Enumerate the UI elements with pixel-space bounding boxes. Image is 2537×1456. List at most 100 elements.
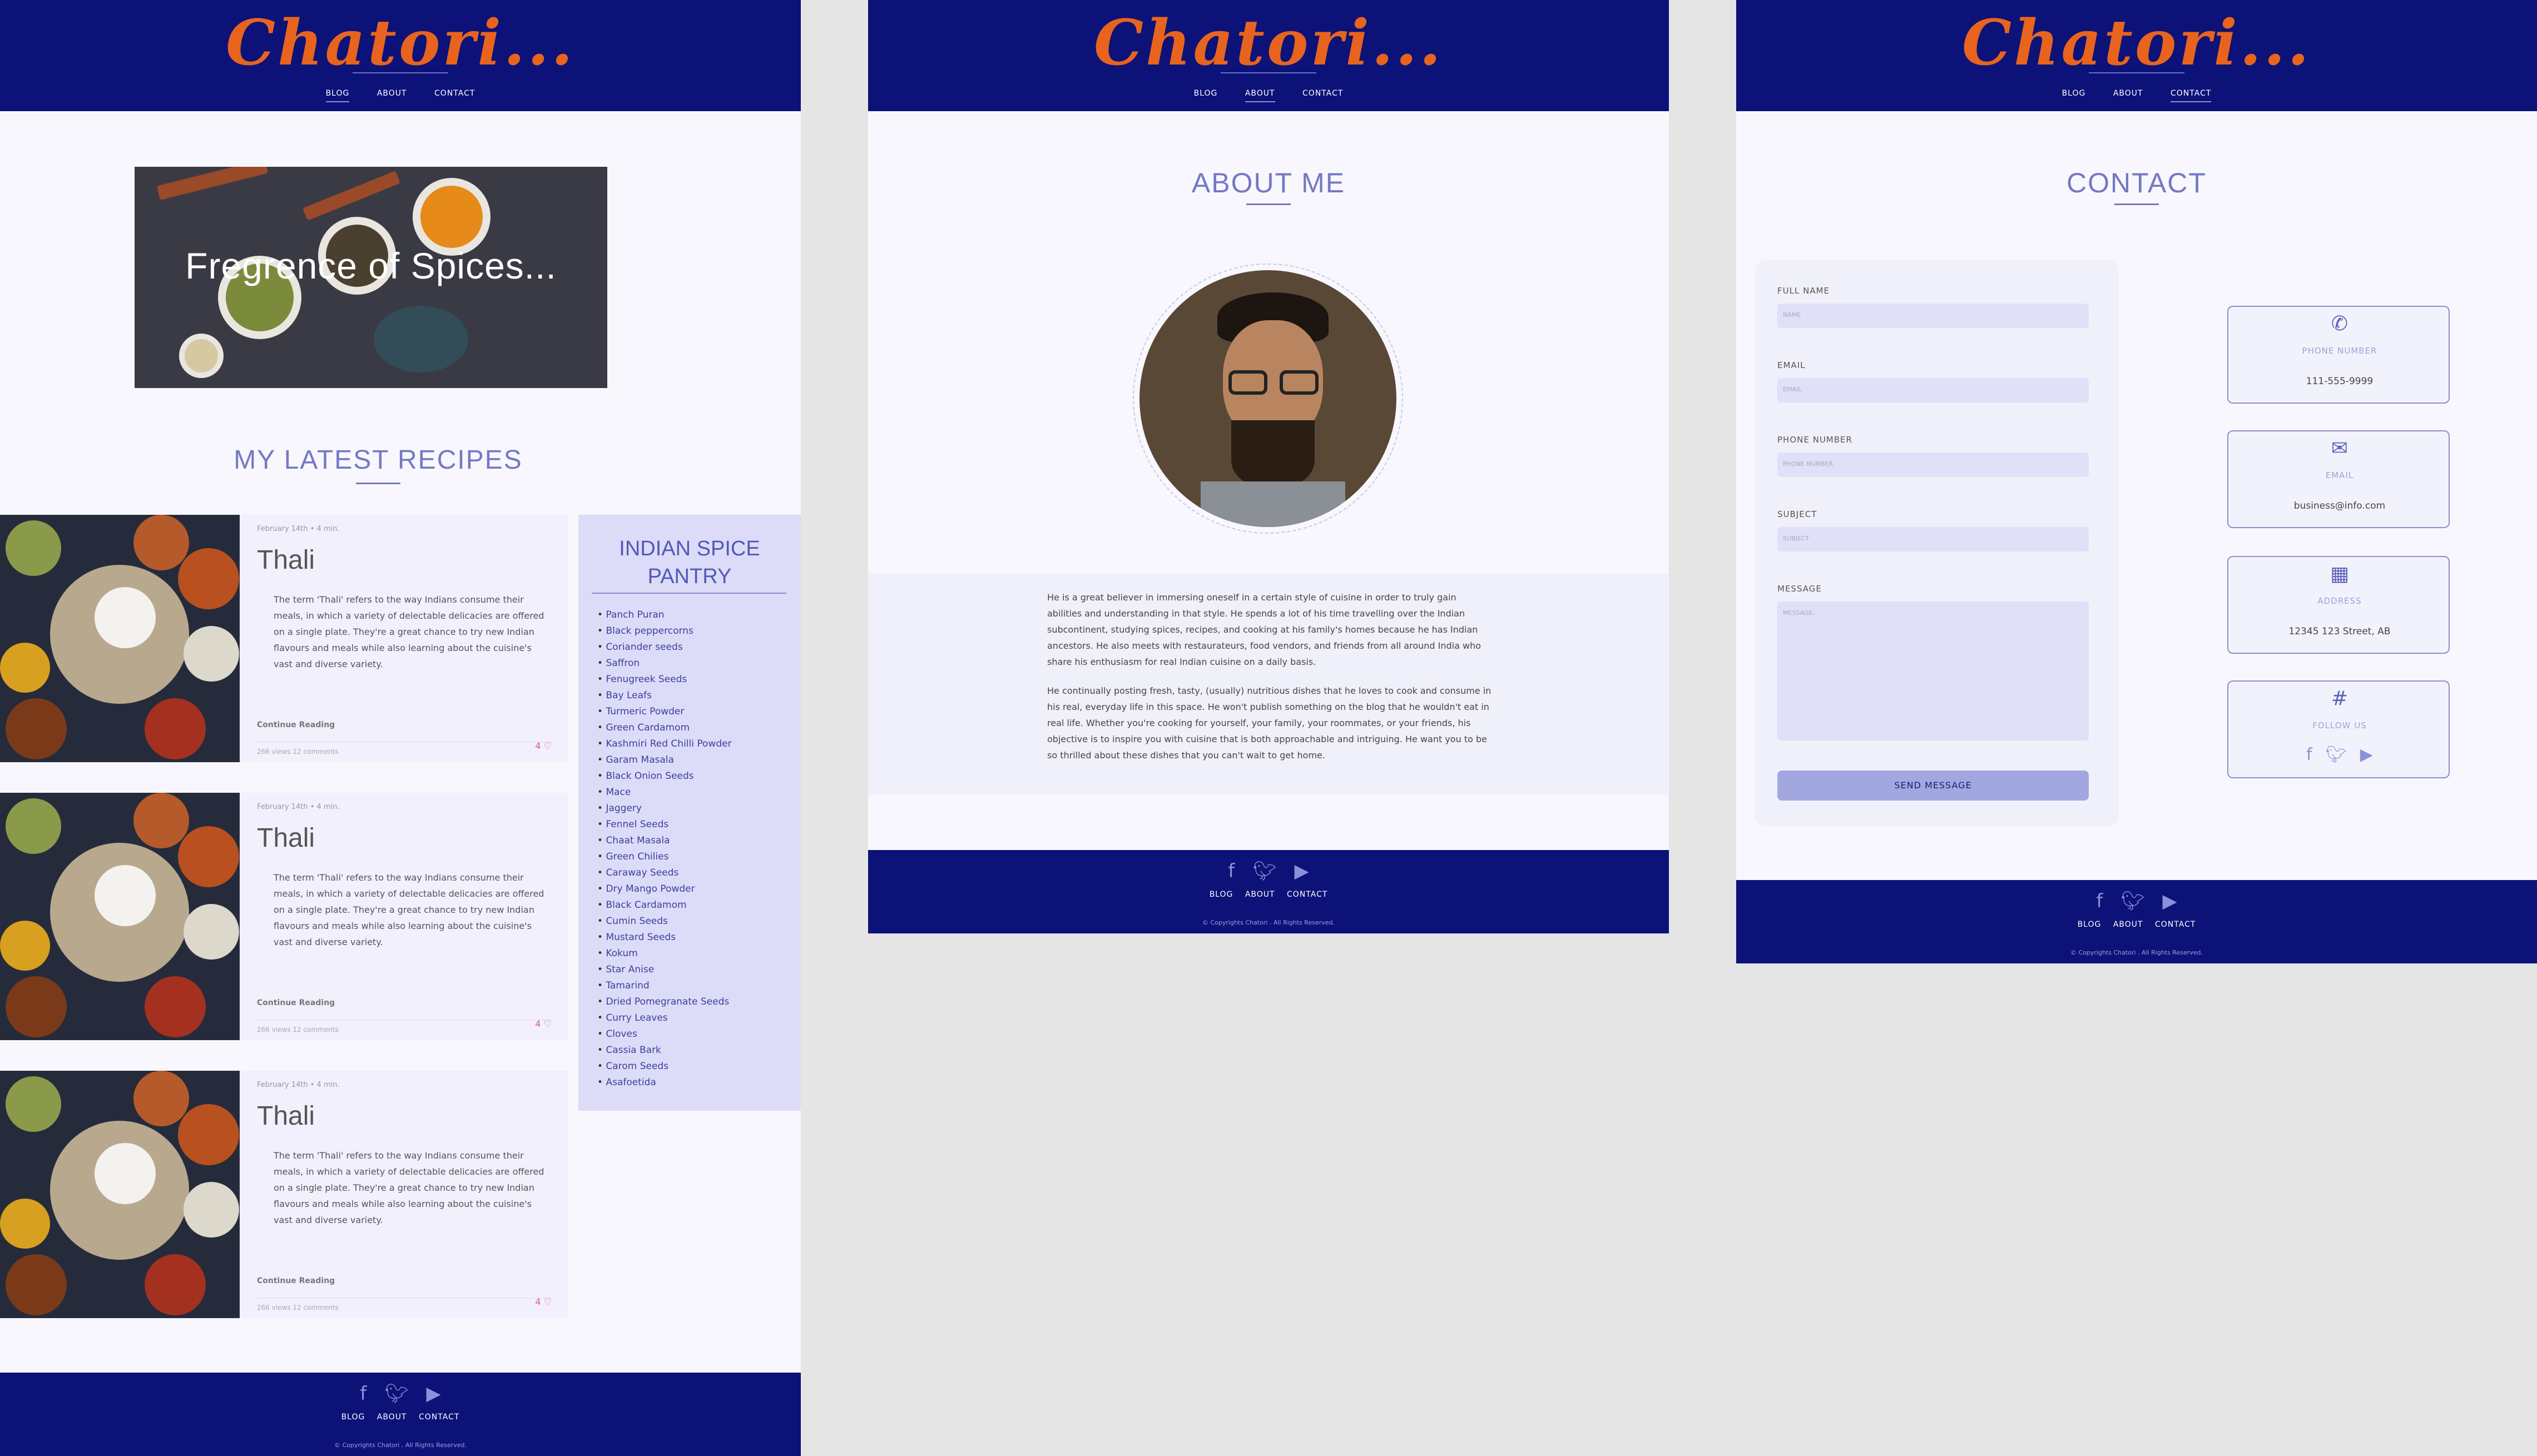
footer-link-blog[interactable]: BLOG <box>2078 920 2102 929</box>
site-footer: f 🐦︎ ▶ BLOG ABOUT CONTACT © Copyrights Cha… <box>868 850 1669 933</box>
contact-page: Chatori... BLOG ABOUT CONTACT CONTACT FU… <box>1736 0 2537 963</box>
pantry-item: Jaggery <box>597 801 732 817</box>
pantry-item: Bay Leafs <box>597 688 732 704</box>
continue-reading-link[interactable]: Continue Reading <box>257 998 335 1007</box>
twitter-icon[interactable]: 🐦︎ <box>384 1383 408 1405</box>
pantry-item: Green Cardamom <box>597 720 732 736</box>
nav-about[interactable]: ABOUT <box>1245 89 1275 102</box>
like-button[interactable]: 4 ♡ <box>535 1296 552 1307</box>
thali-image[interactable] <box>0 793 240 1040</box>
phone-info-value[interactable]: 111-555-9999 <box>2228 376 2451 387</box>
facebook-icon[interactable]: f <box>1228 860 1235 882</box>
email-input[interactable]: EMAIL <box>1777 378 2089 402</box>
subject-input[interactable]: SUBJECT <box>1777 527 2089 551</box>
continue-reading-link[interactable]: Continue Reading <box>257 720 335 729</box>
footer-link-contact[interactable]: CONTACT <box>1287 890 1327 899</box>
email-info-value[interactable]: business@info.com <box>2228 500 2451 511</box>
footer-link-blog[interactable]: BLOG <box>341 1413 365 1422</box>
hero-banner: Fregrence of Spices... <box>135 167 607 388</box>
phone-label: PHONE NUMBER <box>1777 435 1852 445</box>
twitter-icon[interactable]: 🐦︎ <box>1252 860 1276 882</box>
blog-page: Chatori... BLOG ABOUT CONTACT Fregrence … <box>0 0 801 1456</box>
youtube-icon[interactable]: ▶ <box>427 1383 441 1405</box>
nav-blog[interactable]: BLOG <box>2062 89 2086 101</box>
facebook-icon[interactable]: f <box>2096 890 2103 912</box>
nav-about[interactable]: ABOUT <box>377 89 407 101</box>
nav-blog[interactable]: BLOG <box>325 89 350 102</box>
pantry-item: Star Anise <box>597 962 732 978</box>
pantry-list: Panch PuranBlack peppercornsCoriander se… <box>597 607 732 1091</box>
nav-contact[interactable]: CONTACT <box>2171 89 2212 102</box>
site-logo[interactable]: Chatori... <box>0 4 801 82</box>
footer-link-about[interactable]: ABOUT <box>377 1413 407 1422</box>
youtube-icon[interactable]: ▶ <box>2360 745 2373 764</box>
nav-contact[interactable]: CONTACT <box>434 89 475 101</box>
post-excerpt: The term 'Thali' refers to the way India… <box>274 594 544 669</box>
pantry-item: Black Onion Seeds <box>597 768 732 784</box>
twitter-icon[interactable]: 🐦︎ <box>2120 890 2144 912</box>
spice-pantry-sidebar: INDIAN SPICE PANTRY Panch PuranBlack pep… <box>578 515 801 1111</box>
thali-image[interactable] <box>0 515 240 762</box>
email-label: EMAIL <box>1777 360 1806 370</box>
pantry-item: Fenugreek Seeds <box>597 672 732 688</box>
like-button[interactable]: 4 ♡ <box>535 1018 552 1029</box>
site-footer: f 🐦︎ ▶ BLOG ABOUT CONTACT © Copyrights Cha… <box>1736 880 2537 963</box>
logo-underline <box>2089 72 2184 73</box>
message-textarea[interactable]: MESSAGE... <box>1777 602 2089 741</box>
site-logo[interactable]: Chatori... <box>1736 4 2537 82</box>
footer-link-contact[interactable]: CONTACT <box>2155 920 2196 929</box>
post-title[interactable]: Thali <box>257 1101 315 1131</box>
footer-nav: BLOG ABOUT CONTACT <box>868 890 1669 899</box>
nav-contact[interactable]: CONTACT <box>1302 89 1343 101</box>
follow-us-label: FOLLOW US <box>2312 720 2367 731</box>
phone-input[interactable]: PHONE NUMBER <box>1777 453 2089 477</box>
pantry-item: Dry Mango Powder <box>597 881 732 897</box>
facebook-icon[interactable]: f <box>360 1383 366 1405</box>
recipe-card[interactable]: February 14th • 4 min. Thali The term 'T… <box>0 793 568 1040</box>
subject-label: SUBJECT <box>1777 509 1817 519</box>
recipe-card[interactable]: February 14th • 4 min. Thali The term 'T… <box>0 515 568 762</box>
footer-nav: BLOG ABOUT CONTACT <box>0 1413 801 1422</box>
social-links: f 🐦︎ ▶ <box>1736 890 2537 912</box>
address-info-value: 12345 123 Street, AB <box>2288 626 2391 637</box>
site-logo[interactable]: Chatori... <box>868 4 1669 82</box>
footer-link-about[interactable]: ABOUT <box>2113 920 2143 929</box>
phone-info-label: PHONE NUMBER <box>2302 346 2377 356</box>
post-title[interactable]: Thali <box>257 545 315 575</box>
nav-blog[interactable]: BLOG <box>1194 89 1218 101</box>
heart-icon: ♡ <box>543 1296 552 1307</box>
post-excerpt: The term 'Thali' refers to the way India… <box>274 872 544 947</box>
title-underline <box>2114 203 2159 205</box>
bio-paragraph-1: He is a great believer in immersing ones… <box>1047 592 1481 667</box>
pantry-item: Fennel Seeds <box>597 817 732 833</box>
email-info-card: ✉ EMAIL business@info.com <box>2227 430 2450 528</box>
send-message-button[interactable]: SEND MESSAGE <box>1777 771 2089 801</box>
pantry-item: Mace <box>597 784 732 801</box>
post-title[interactable]: Thali <box>257 823 315 853</box>
social-links: f 🐦︎ ▶ <box>0 1383 801 1405</box>
site-header: Chatori... BLOG ABOUT CONTACT <box>1736 0 2537 111</box>
pantry-item: Kokum <box>597 946 732 962</box>
pantry-item: Saffron <box>597 655 732 672</box>
spice-bowl <box>413 178 490 256</box>
youtube-icon[interactable]: ▶ <box>1295 860 1309 882</box>
full-name-input[interactable]: NAME <box>1777 304 2089 328</box>
like-button[interactable]: 4 ♡ <box>535 741 552 751</box>
site-header: Chatori... BLOG ABOUT CONTACT <box>868 0 1669 111</box>
follow-social-links: f 🐦︎ ▶ <box>2228 745 2451 764</box>
continue-reading-link[interactable]: Continue Reading <box>257 1276 335 1285</box>
main-nav: BLOG ABOUT CONTACT <box>0 89 801 102</box>
twitter-icon[interactable]: 🐦︎ <box>2326 745 2347 764</box>
bio-section: He is a great believer in immersing ones… <box>868 574 1669 795</box>
recipe-card[interactable]: February 14th • 4 min. Thali The term 'T… <box>0 1071 568 1318</box>
nav-about[interactable]: ABOUT <box>2113 89 2143 101</box>
footer-link-about[interactable]: ABOUT <box>1245 890 1275 899</box>
facebook-icon[interactable]: f <box>2306 745 2312 764</box>
pantry-item: Carom Seeds <box>597 1059 732 1075</box>
copyright-text: © Copyrights Chatori . All Rights Reserv… <box>334 1442 467 1449</box>
youtube-icon[interactable]: ▶ <box>2163 890 2177 912</box>
pantry-item: Curry Leaves <box>597 1010 732 1026</box>
footer-link-contact[interactable]: CONTACT <box>419 1413 459 1422</box>
footer-link-blog[interactable]: BLOG <box>1210 890 1233 899</box>
thali-image[interactable] <box>0 1071 240 1318</box>
